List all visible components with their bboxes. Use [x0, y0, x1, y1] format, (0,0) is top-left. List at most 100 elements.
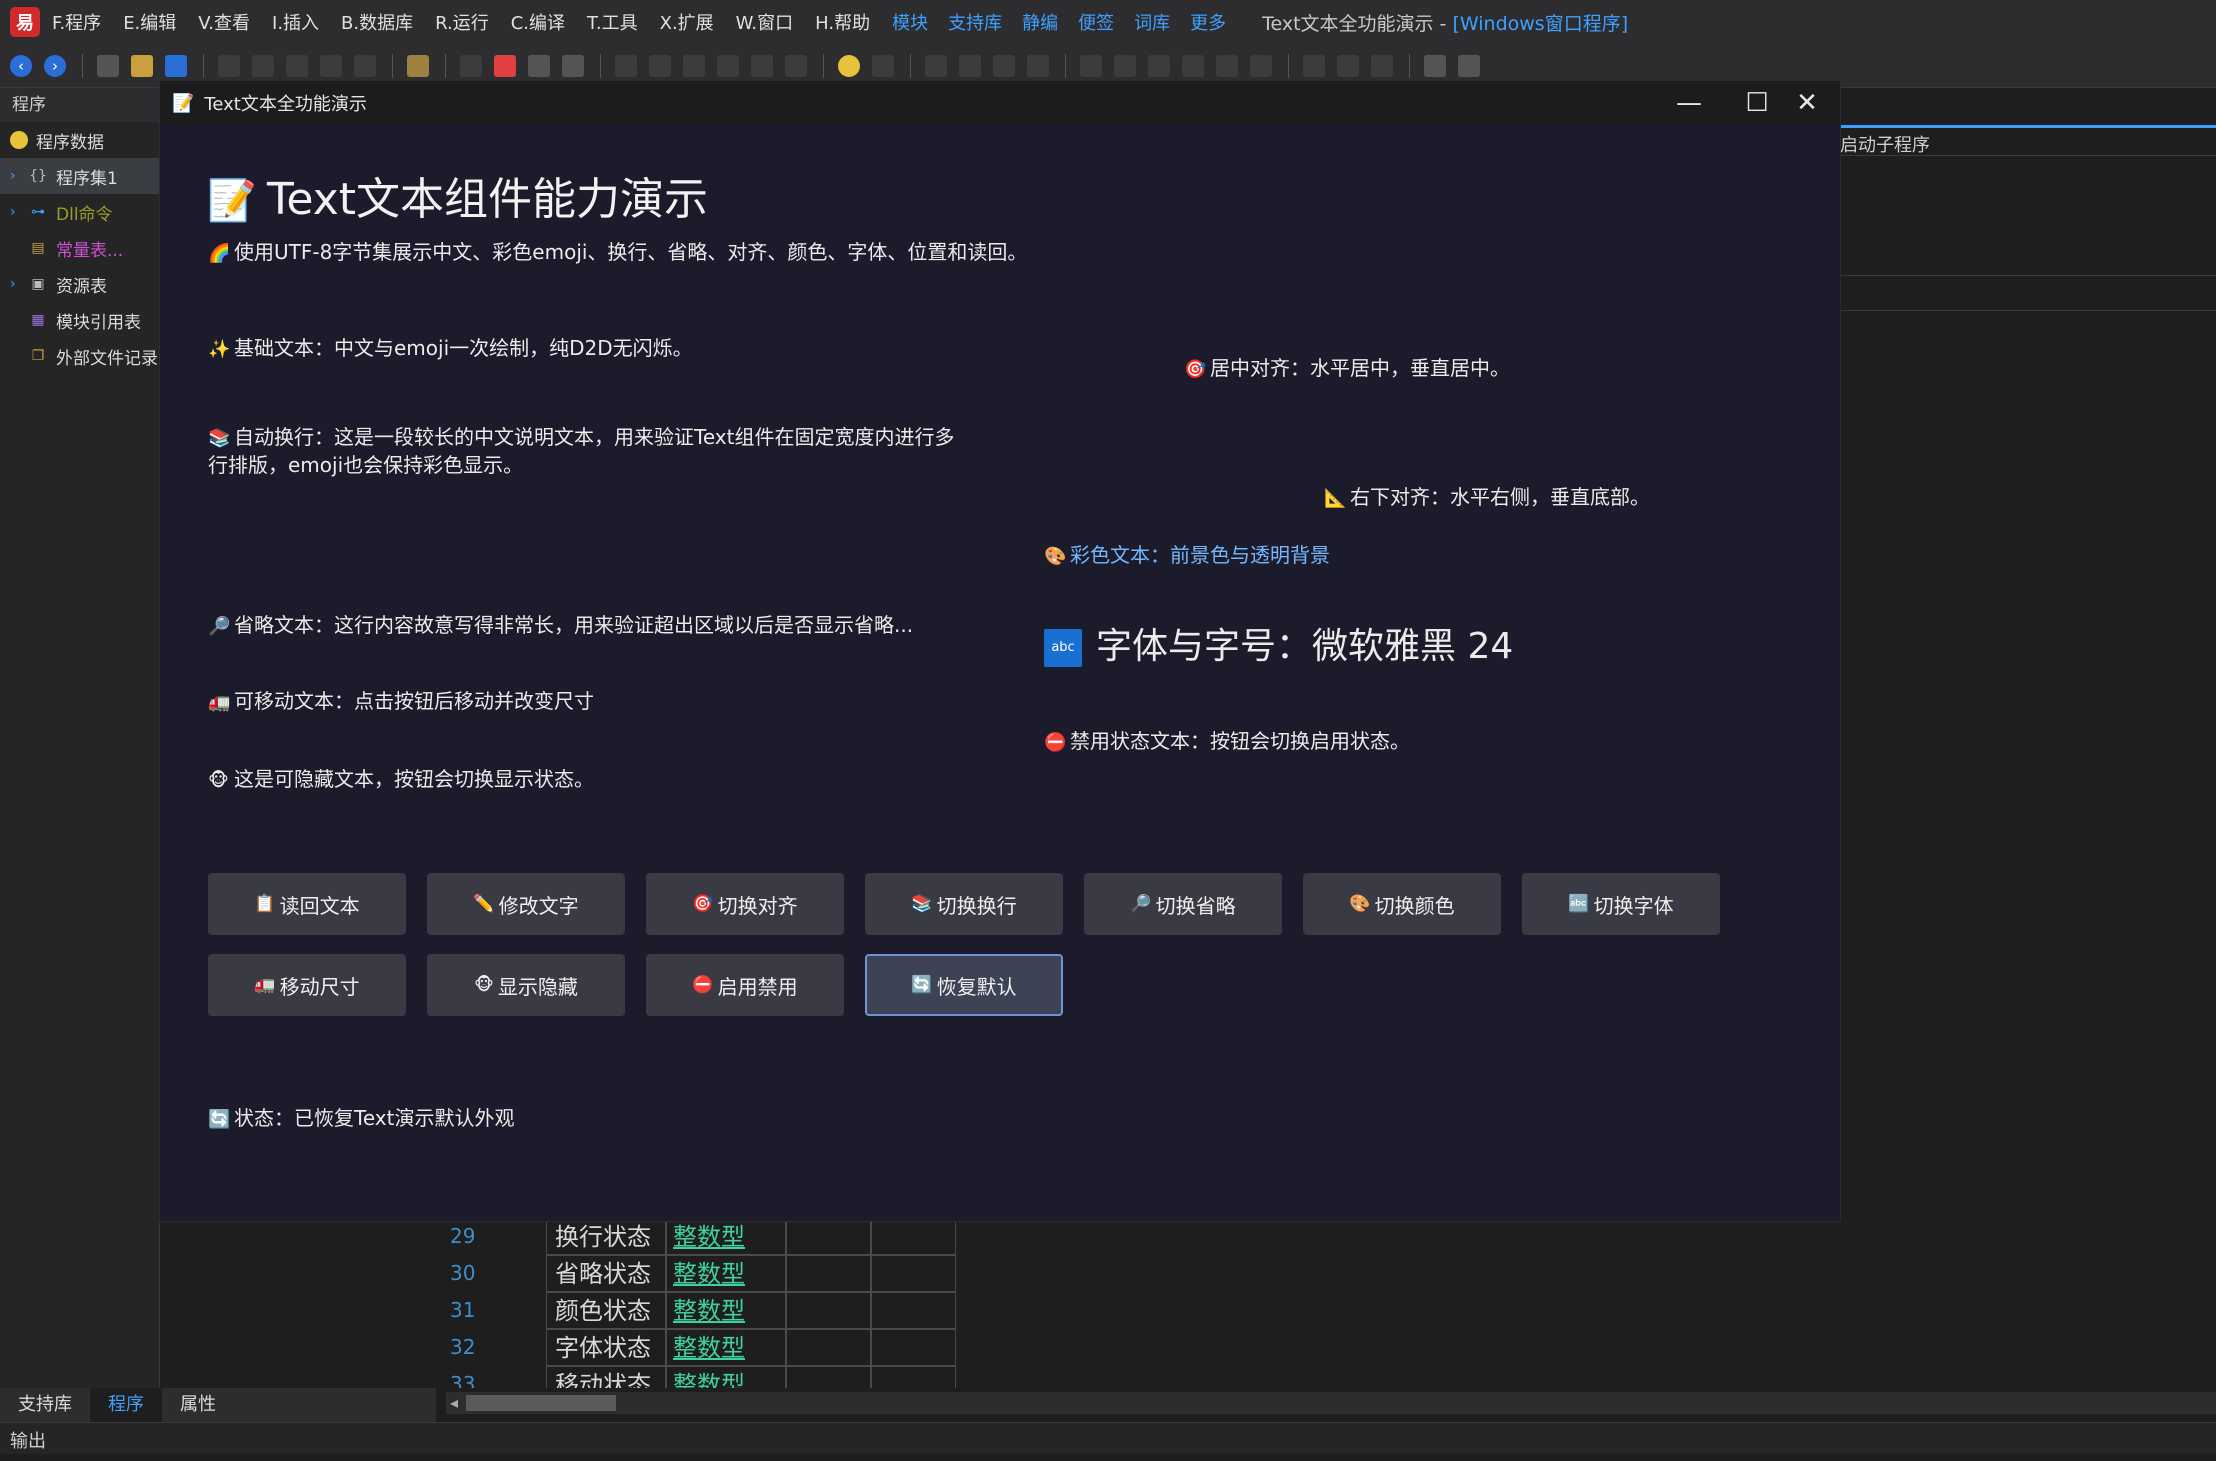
restore-default-button[interactable]: 🔄 恢复默认	[865, 954, 1063, 1016]
table-cell[interactable]	[786, 1218, 871, 1255]
restart-icon[interactable]	[528, 54, 550, 77]
table-cell[interactable]	[786, 1292, 871, 1329]
table-row[interactable]: 33 移动状态 整数型	[436, 1366, 956, 1388]
align-left-icon[interactable]	[925, 54, 947, 77]
link-notes[interactable]: 便签	[1078, 9, 1114, 35]
step-over-icon[interactable]	[615, 54, 637, 77]
tree-item-resources[interactable]: › ▣ 资源表	[0, 266, 159, 302]
breakpoint-icon[interactable]	[785, 54, 807, 77]
chevron-right-icon[interactable]: ›	[10, 204, 28, 220]
move-resize-button[interactable]: 🚛 移动尺寸	[208, 954, 406, 1016]
align-right-icon[interactable]	[959, 54, 981, 77]
size-both-icon[interactable]	[1371, 54, 1393, 77]
show-hide-button[interactable]: 🐵 显示隐藏	[427, 954, 625, 1016]
spacing-horizontal-icon[interactable]	[1216, 54, 1238, 77]
tab-program[interactable]: 程序	[90, 1388, 162, 1422]
redo-icon[interactable]	[320, 54, 342, 77]
table-cell[interactable]	[786, 1329, 871, 1366]
same-width-icon[interactable]	[1148, 54, 1170, 77]
open-folder-icon[interactable]	[131, 54, 153, 77]
link-module[interactable]: 模块	[892, 9, 928, 35]
close-button[interactable]: ✕	[1774, 81, 1840, 125]
compile-icon[interactable]	[562, 54, 584, 77]
tree-item-program-data[interactable]: 程序数据	[0, 122, 159, 158]
menu-compile[interactable]: C.编译	[511, 9, 565, 35]
link-more[interactable]: 更多	[1190, 9, 1226, 35]
watch-icon[interactable]	[872, 54, 894, 77]
center-horizontal-icon[interactable]	[1080, 54, 1102, 77]
size-width-icon[interactable]	[1303, 54, 1325, 77]
variable-type-cell[interactable]: 整数型	[666, 1255, 786, 1292]
variable-name-cell[interactable]: 移动状态	[546, 1366, 666, 1388]
align-top-icon[interactable]	[993, 54, 1015, 77]
table-cell[interactable]	[871, 1255, 956, 1292]
tree-item-assembly1[interactable]: › {} 程序集1	[0, 158, 159, 194]
toggle-font-button[interactable]: 🔤 切换字体	[1522, 873, 1720, 935]
link-lexicon[interactable]: 词库	[1134, 9, 1170, 35]
table-row[interactable]: 31 颜色状态 整数型	[436, 1292, 956, 1329]
cut-icon[interactable]	[218, 54, 240, 77]
table-cell[interactable]	[871, 1292, 956, 1329]
step-next-icon[interactable]	[717, 54, 739, 77]
variable-name-cell[interactable]: 省略状态	[546, 1255, 666, 1292]
lightbulb-icon[interactable]	[838, 54, 860, 77]
table-cell[interactable]	[871, 1218, 956, 1255]
table-cell[interactable]	[871, 1366, 956, 1388]
variable-name-cell[interactable]: 换行状态	[546, 1218, 666, 1255]
tree-item-module-refs[interactable]: ▦ 模块引用表	[0, 302, 159, 338]
menu-tools[interactable]: T.工具	[587, 9, 638, 35]
tools-icon[interactable]	[1458, 54, 1480, 77]
table-cell[interactable]	[871, 1329, 956, 1366]
variable-name-cell[interactable]: 字体状态	[546, 1329, 666, 1366]
scrollbar-thumb[interactable]	[466, 1395, 616, 1411]
chevron-right-icon[interactable]: ›	[10, 168, 28, 184]
chevron-right-icon[interactable]: ›	[10, 276, 28, 292]
variable-type-cell[interactable]: 整数型	[666, 1218, 786, 1255]
minimize-button[interactable]: —	[1656, 81, 1722, 125]
read-back-button[interactable]: 📋 读回文本	[208, 873, 406, 935]
tree-item-constants[interactable]: ▤ 常量表...	[0, 230, 159, 266]
scroll-left-icon[interactable]: ◂	[450, 1393, 458, 1412]
tab-support-library[interactable]: 支持库	[0, 1388, 90, 1422]
stop-icon[interactable]	[494, 54, 516, 77]
new-file-icon[interactable]	[97, 54, 119, 77]
menu-view[interactable]: V.查看	[198, 9, 250, 35]
menu-edit[interactable]: E.编辑	[123, 9, 176, 35]
run-to-cursor-icon[interactable]	[751, 54, 773, 77]
spacing-vertical-icon[interactable]	[1250, 54, 1272, 77]
tree-item-external-files[interactable]: ❐ 外部文件记录	[0, 338, 159, 374]
center-vertical-icon[interactable]	[1114, 54, 1136, 77]
link-static-compile[interactable]: 静编	[1022, 9, 1058, 35]
table-row[interactable]: 29 换行状态 整数型	[436, 1218, 956, 1255]
save-icon[interactable]	[165, 54, 187, 77]
undo-icon[interactable]	[354, 54, 376, 77]
toggle-color-button[interactable]: 🎨 切换颜色	[1303, 873, 1501, 935]
table-cell[interactable]	[786, 1366, 871, 1388]
menu-help[interactable]: H.帮助	[815, 9, 870, 35]
menu-extend[interactable]: X.扩展	[660, 9, 714, 35]
paste-icon[interactable]	[286, 54, 308, 77]
variable-name-cell[interactable]: 颜色状态	[546, 1292, 666, 1329]
menu-run[interactable]: R.运行	[435, 9, 489, 35]
link-support-lib[interactable]: 支持库	[948, 9, 1002, 35]
brush-icon[interactable]	[1424, 54, 1446, 77]
step-into-icon[interactable]	[649, 54, 671, 77]
enable-disable-button[interactable]: ⛔ 启用禁用	[646, 954, 844, 1016]
edit-text-button[interactable]: ✏️ 修改文字	[427, 873, 625, 935]
align-bottom-icon[interactable]	[1027, 54, 1049, 77]
tree-item-dll-commands[interactable]: › ⊶ Dll命令	[0, 194, 159, 230]
toggle-ellipsis-button[interactable]: 🔎 切换省略	[1084, 873, 1282, 935]
find-icon[interactable]	[407, 54, 429, 77]
forward-icon[interactable]: ›	[44, 54, 66, 77]
variable-type-cell[interactable]: 整数型	[666, 1329, 786, 1366]
run-icon[interactable]	[460, 54, 482, 77]
same-height-icon[interactable]	[1182, 54, 1204, 77]
back-icon[interactable]: ‹	[10, 54, 32, 77]
variable-type-cell[interactable]: 整数型	[666, 1366, 786, 1388]
step-out-icon[interactable]	[683, 54, 705, 77]
table-row[interactable]: 30 省略状态 整数型	[436, 1255, 956, 1292]
table-cell[interactable]	[786, 1255, 871, 1292]
tab-properties[interactable]: 属性	[162, 1388, 234, 1422]
menu-program[interactable]: F.程序	[52, 9, 101, 35]
size-height-icon[interactable]	[1337, 54, 1359, 77]
